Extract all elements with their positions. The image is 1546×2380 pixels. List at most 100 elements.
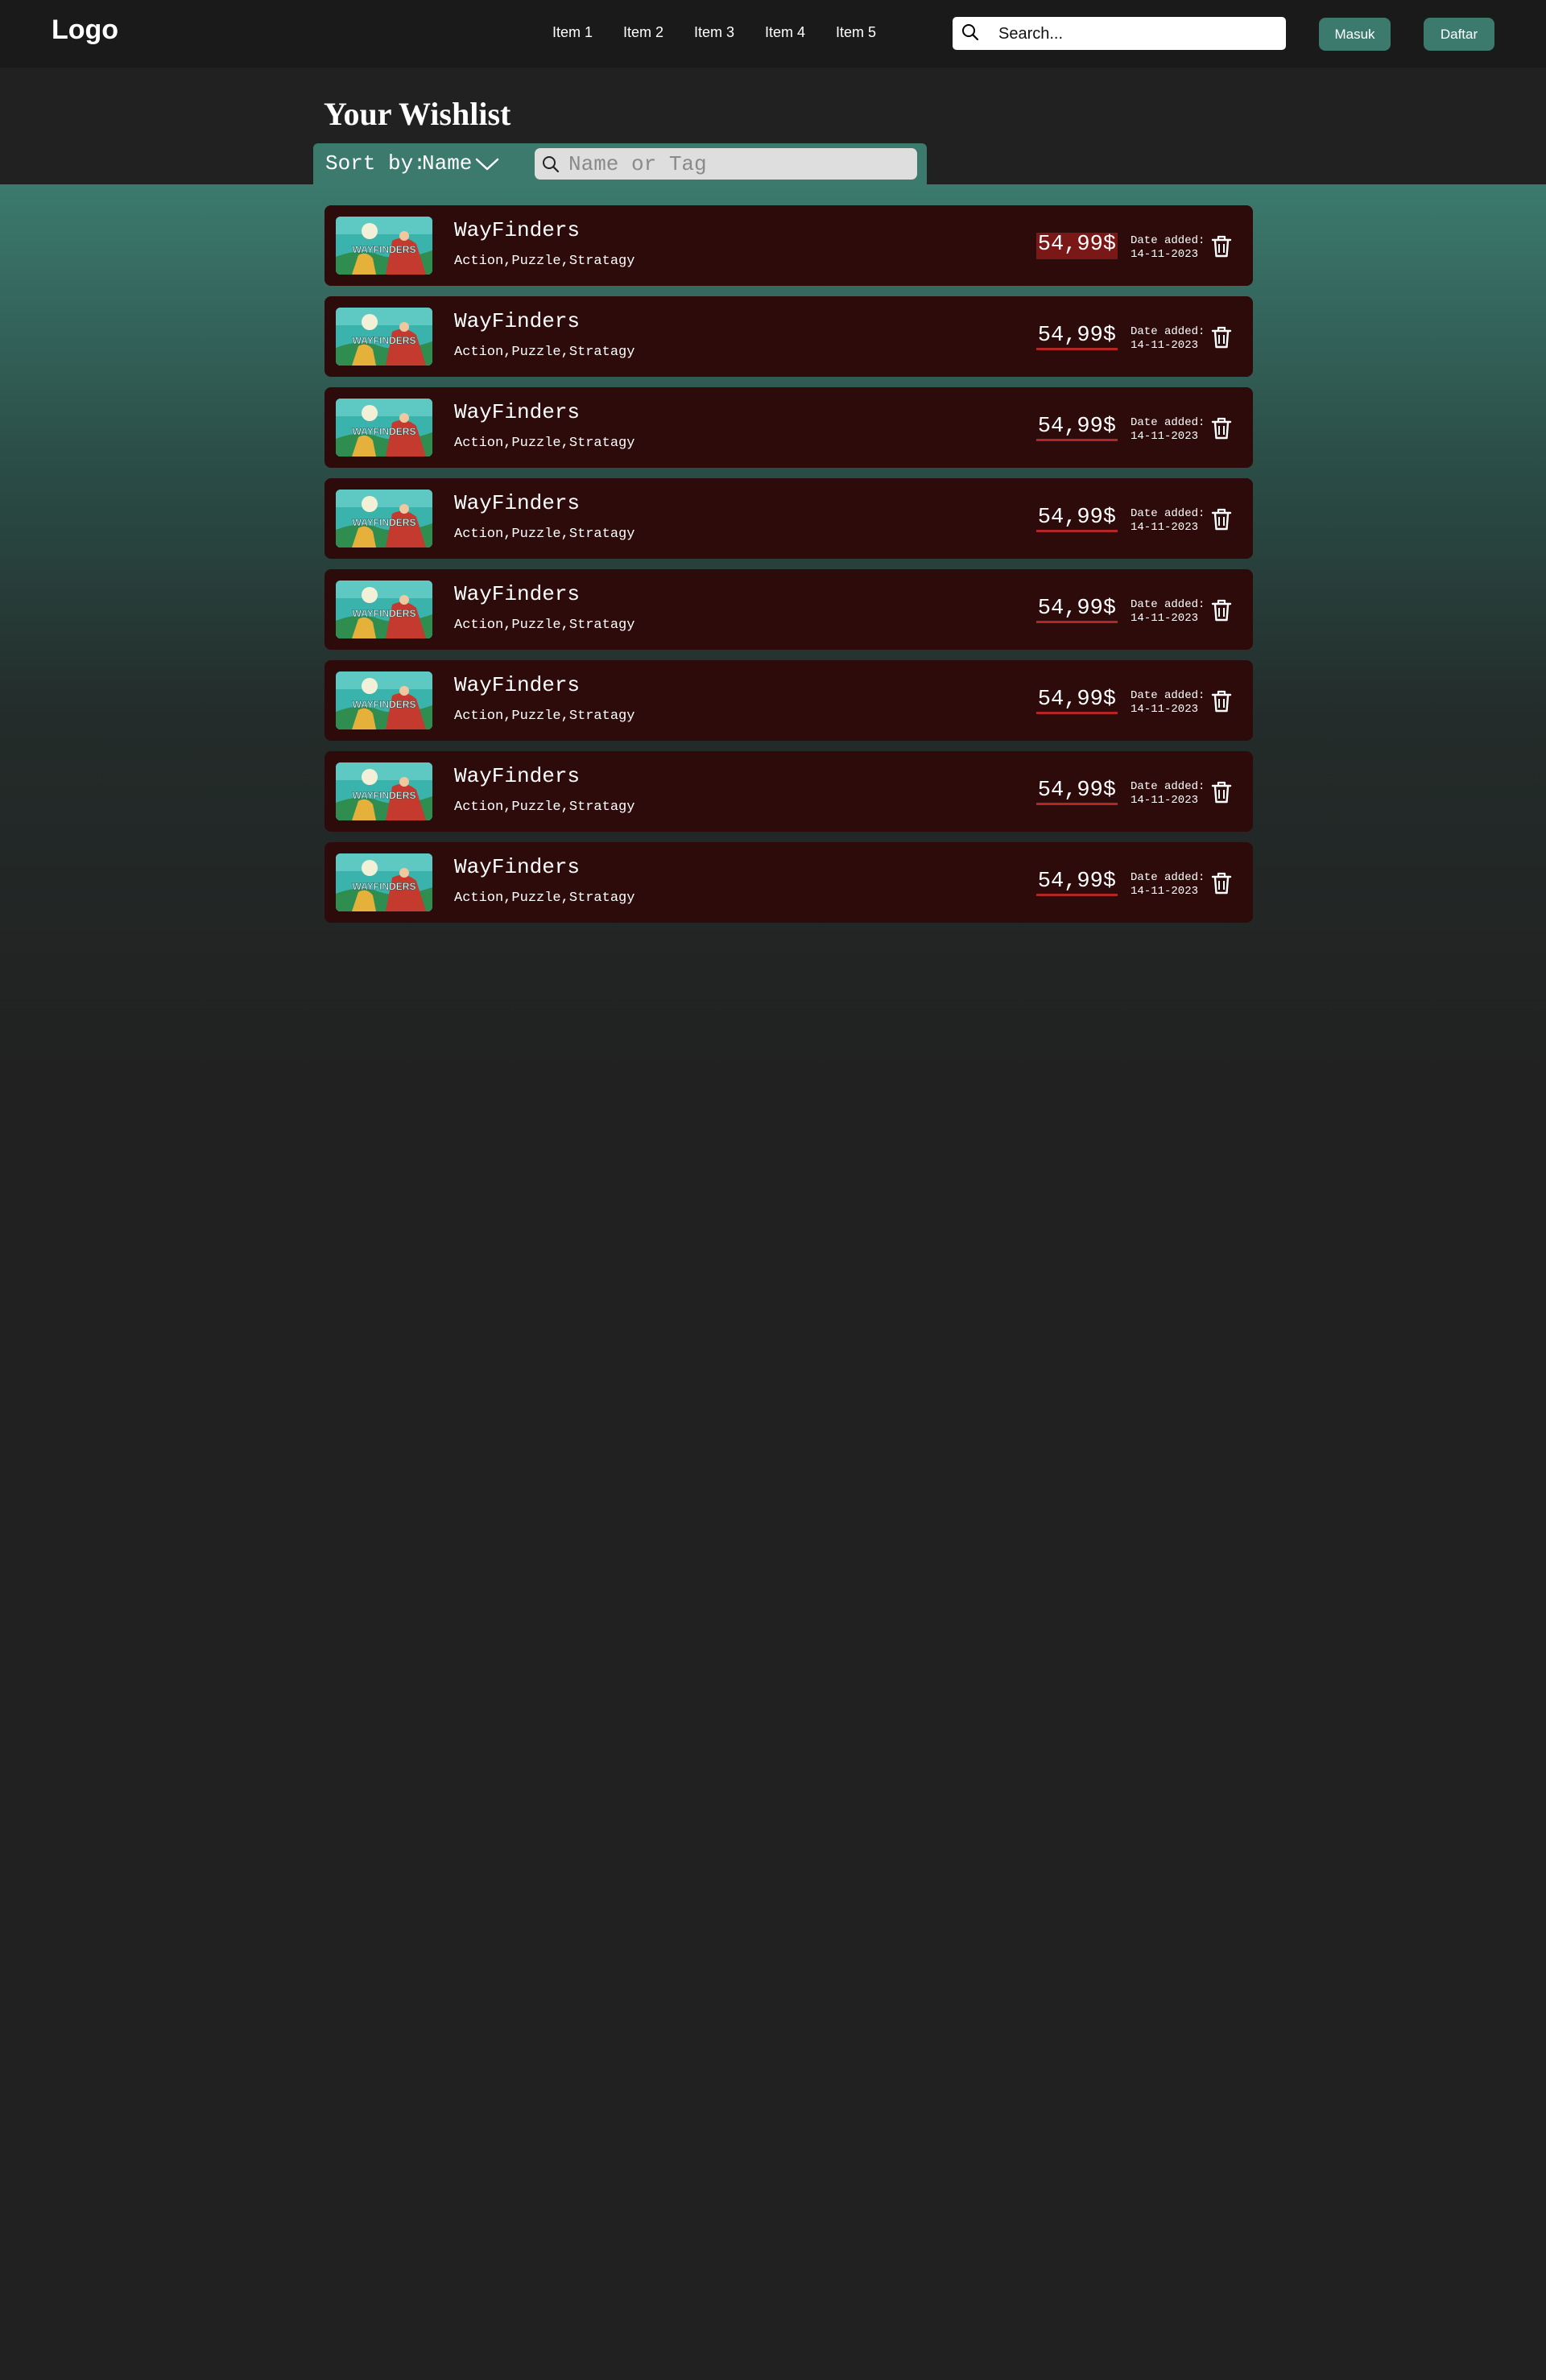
game-price: 54,99$ xyxy=(1035,597,1118,623)
trash-icon[interactable] xyxy=(1210,325,1233,349)
wishlist-item[interactable]: WAYFINDERS WayFinders Action,Puzzle,Stra… xyxy=(324,842,1253,923)
trash-icon[interactable] xyxy=(1210,234,1233,258)
wishlist-item[interactable]: WAYFINDERS WayFinders Action,Puzzle,Stra… xyxy=(324,478,1253,559)
game-cover-art: WAYFINDERS xyxy=(336,308,432,366)
game-title[interactable]: WayFinders xyxy=(454,400,580,424)
game-cover-image[interactable]: WAYFINDERS xyxy=(336,490,432,547)
nav-item-2[interactable]: Item 2 xyxy=(623,24,663,41)
chevron-down-icon[interactable] xyxy=(474,153,500,176)
game-price: 54,99$ xyxy=(1035,324,1118,350)
game-title[interactable]: WayFinders xyxy=(454,764,580,788)
game-title[interactable]: WayFinders xyxy=(454,218,580,242)
trash-icon[interactable] xyxy=(1210,871,1233,895)
wishlist-item[interactable]: WAYFINDERS WayFinders Action,Puzzle,Stra… xyxy=(324,751,1253,832)
wishlist-item[interactable]: WAYFINDERS WayFinders Action,Puzzle,Stra… xyxy=(324,660,1253,741)
svg-text:WAYFINDERS: WAYFINDERS xyxy=(353,517,416,528)
logo[interactable]: Logo xyxy=(52,14,118,46)
date-added-value: 14-11-2023 xyxy=(1131,339,1199,352)
game-title[interactable]: WayFinders xyxy=(454,855,580,879)
game-cover-image[interactable]: WAYFINDERS xyxy=(336,671,432,729)
svg-text:WAYFINDERS: WAYFINDERS xyxy=(353,790,416,801)
date-added-label: Date added: xyxy=(1131,234,1205,247)
game-cover-art: WAYFINDERS xyxy=(336,581,432,638)
game-price: 54,99$ xyxy=(1035,415,1118,441)
game-price: 54,99$ xyxy=(1035,233,1118,259)
game-cover-image[interactable]: WAYFINDERS xyxy=(336,308,432,366)
svg-text:WAYFINDERS: WAYFINDERS xyxy=(353,244,416,255)
game-tags: Action,Puzzle,Stratagy xyxy=(454,254,635,269)
date-added-value: 14-11-2023 xyxy=(1131,430,1199,443)
search-icon xyxy=(543,156,560,173)
game-cover-image[interactable]: WAYFINDERS xyxy=(336,399,432,457)
game-cover-art: WAYFINDERS xyxy=(336,762,432,820)
nav-item-1[interactable]: Item 1 xyxy=(552,24,593,41)
game-title[interactable]: WayFinders xyxy=(454,491,580,515)
search-input[interactable] xyxy=(997,20,1274,48)
game-cover-image[interactable]: WAYFINDERS xyxy=(336,853,432,911)
game-cover-art: WAYFINDERS xyxy=(336,399,432,457)
trash-icon[interactable] xyxy=(1210,416,1233,440)
sort-label: Sort by: xyxy=(325,151,426,176)
filter-input[interactable] xyxy=(567,151,908,178)
login-button[interactable]: Masuk xyxy=(1319,18,1391,51)
game-cover-art: WAYFINDERS xyxy=(336,217,432,275)
page-title: Your Wishlist xyxy=(324,96,511,132)
sort-select[interactable]: Name xyxy=(422,151,472,176)
date-added-label: Date added: xyxy=(1131,780,1205,793)
date-added-value: 14-11-2023 xyxy=(1131,885,1199,898)
game-tags: Action,Puzzle,Stratagy xyxy=(454,436,635,451)
date-added-label: Date added: xyxy=(1131,325,1205,338)
date-added-label: Date added: xyxy=(1131,598,1205,611)
wishlist-item[interactable]: WAYFINDERS WayFinders Action,Puzzle,Stra… xyxy=(324,387,1253,468)
game-cover-art: WAYFINDERS xyxy=(336,671,432,729)
register-button[interactable]: Daftar xyxy=(1424,18,1494,51)
search-icon[interactable] xyxy=(961,23,980,42)
nav-item-4[interactable]: Item 4 xyxy=(765,24,805,41)
trash-icon[interactable] xyxy=(1210,689,1233,713)
game-cover-image[interactable]: WAYFINDERS xyxy=(336,581,432,638)
game-cover-art: WAYFINDERS xyxy=(336,853,432,911)
date-added-value: 14-11-2023 xyxy=(1131,248,1199,261)
trash-icon[interactable] xyxy=(1210,598,1233,622)
svg-text:WAYFINDERS: WAYFINDERS xyxy=(353,426,416,437)
game-price: 54,99$ xyxy=(1035,506,1118,532)
nav-item-5[interactable]: Item 5 xyxy=(836,24,876,41)
svg-text:WAYFINDERS: WAYFINDERS xyxy=(353,699,416,710)
nav-item-3[interactable]: Item 3 xyxy=(694,24,734,41)
date-added-value: 14-11-2023 xyxy=(1131,521,1199,534)
svg-text:WAYFINDERS: WAYFINDERS xyxy=(353,881,416,892)
game-tags: Action,Puzzle,Stratagy xyxy=(454,709,635,724)
wishlist: WAYFINDERS WayFinders Action,Puzzle,Stra… xyxy=(324,205,1253,933)
wishlist-item[interactable]: WAYFINDERS WayFinders Action,Puzzle,Stra… xyxy=(324,296,1253,377)
game-tags: Action,Puzzle,Stratagy xyxy=(454,618,635,633)
wishlist-item[interactable]: WAYFINDERS WayFinders Action,Puzzle,Stra… xyxy=(324,569,1253,650)
date-added-label: Date added: xyxy=(1131,507,1205,520)
date-added-label: Date added: xyxy=(1131,689,1205,702)
trash-icon[interactable] xyxy=(1210,507,1233,531)
game-cover-image[interactable]: WAYFINDERS xyxy=(336,762,432,820)
game-tags: Action,Puzzle,Stratagy xyxy=(454,527,635,542)
game-title[interactable]: WayFinders xyxy=(454,582,580,606)
game-price: 54,99$ xyxy=(1035,779,1118,805)
game-price: 54,99$ xyxy=(1035,870,1118,896)
wishlist-item[interactable]: WAYFINDERS WayFinders Action,Puzzle,Stra… xyxy=(324,205,1253,286)
svg-text:WAYFINDERS: WAYFINDERS xyxy=(353,608,416,619)
svg-text:WAYFINDERS: WAYFINDERS xyxy=(353,335,416,346)
game-tags: Action,Puzzle,Stratagy xyxy=(454,890,635,906)
trash-icon[interactable] xyxy=(1210,780,1233,804)
date-added-value: 14-11-2023 xyxy=(1131,794,1199,807)
game-title[interactable]: WayFinders xyxy=(454,309,580,333)
top-search-box xyxy=(953,17,1286,50)
game-cover-image[interactable]: WAYFINDERS xyxy=(336,217,432,275)
filter-box xyxy=(535,148,917,180)
navbar: Logo Item 1 Item 2 Item 3 Item 4 Item 5 … xyxy=(0,0,1546,68)
game-tags: Action,Puzzle,Stratagy xyxy=(454,345,635,360)
game-cover-art: WAYFINDERS xyxy=(336,490,432,547)
wishlist-toolbar: Sort by: Name xyxy=(313,143,927,185)
date-added-label: Date added: xyxy=(1131,416,1205,429)
date-added-label: Date added: xyxy=(1131,871,1205,884)
game-tags: Action,Puzzle,Stratagy xyxy=(454,800,635,815)
game-price: 54,99$ xyxy=(1035,688,1118,714)
game-title[interactable]: WayFinders xyxy=(454,673,580,697)
date-added-value: 14-11-2023 xyxy=(1131,703,1199,716)
